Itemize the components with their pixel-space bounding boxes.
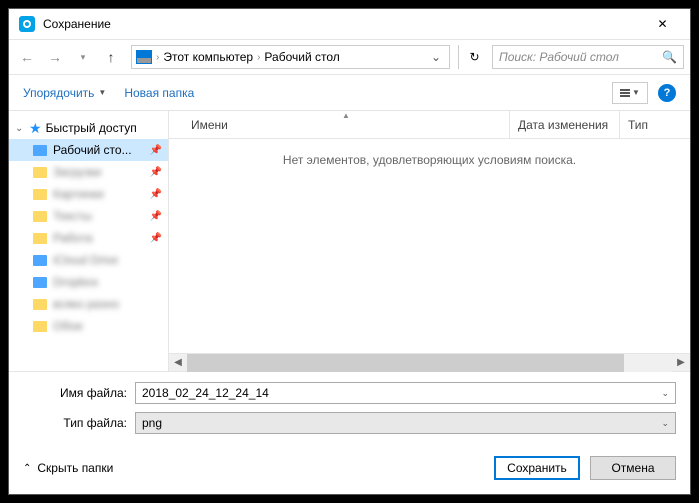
new-folder-button[interactable]: Новая папка [124,86,194,100]
horizontal-scrollbar[interactable]: ◀ ▶ [169,353,690,371]
search-box[interactable]: 🔍 [492,45,684,69]
scroll-left-icon[interactable]: ◀ [169,354,187,372]
refresh-button[interactable]: ↻ [458,45,482,69]
filename-label: Имя файла: [23,386,135,400]
filetype-select[interactable]: png ⌄ [135,412,676,434]
filename-input[interactable]: 2018_02_24_12_24_14 ⌄ [135,382,676,404]
back-button[interactable]: ← [15,45,39,69]
view-mode-button[interactable]: ▼ [612,82,648,104]
app-icon [19,16,35,32]
pin-icon: 📌 [150,211,162,222]
forward-button: → [43,45,67,69]
hide-folders-link[interactable]: ⌃ Скрыть папки [23,461,113,475]
scroll-right-icon[interactable]: ▶ [672,354,690,372]
pin-icon: 📌 [150,167,162,178]
file-list-area: Имени ▲ Дата изменения Тип Нет элементов… [169,111,690,371]
breadcrumb[interactable]: › Этот компьютер › Рабочий стол ⌄ [131,45,450,69]
folder-icon [33,233,47,244]
save-dialog: Сохранение ✕ ← → ▾ ↑ › Этот компьютер › … [8,8,691,495]
footer: ⌃ Скрыть папки Сохранить Отмена [9,448,690,494]
chevron-right-icon: › [257,52,260,63]
scroll-thumb[interactable] [187,354,624,372]
breadcrumb-current[interactable]: Рабочий стол [264,50,339,64]
sidebar-item[interactable]: Обои [9,315,168,337]
chevron-up-icon: ⌃ [23,463,31,474]
pin-icon: 📌 [150,233,162,244]
chevron-down-icon[interactable]: ⌄ [661,388,669,399]
folder-icon [33,299,47,310]
toolbar: Упорядочить ▼ Новая папка ▼ ? [9,75,690,111]
pin-icon: 📌 [150,145,162,156]
folder-icon [33,321,47,332]
search-input[interactable] [499,50,662,64]
sidebar-item[interactable]: Dropbox [9,271,168,293]
recent-dropdown[interactable]: ▾ [71,45,95,69]
form-area: Имя файла: 2018_02_24_12_24_14 ⌄ Тип фай… [9,371,690,448]
sidebar-item[interactable]: всяко разно [9,293,168,315]
pin-icon: 📌 [150,189,162,200]
empty-message: Нет элементов, удовлетворяющих условиям … [169,139,690,353]
window-title: Сохранение [43,17,640,31]
breadcrumb-root[interactable]: Этот компьютер [163,50,253,64]
close-icon: ✕ [657,17,667,31]
chevron-right-icon: › [156,52,159,63]
sidebar-item[interactable]: Картинки📌 [9,183,168,205]
folder-icon [33,145,47,156]
sort-asc-icon: ▲ [342,111,350,120]
sidebar: ⌄ ★ Быстрый доступ Рабочий сто... 📌 Загр… [9,111,169,371]
folder-icon [33,255,47,266]
sidebar-item[interactable]: Загрузки📌 [9,161,168,183]
save-button[interactable]: Сохранить [494,456,580,480]
titlebar: Сохранение ✕ [9,9,690,39]
scroll-track[interactable] [187,354,672,372]
sidebar-item[interactable]: Работа📌 [9,227,168,249]
body: ⌄ ★ Быстрый доступ Рабочий сто... 📌 Загр… [9,111,690,371]
folder-icon [33,189,47,200]
chevron-down-icon: ▼ [98,88,106,97]
folder-icon [33,167,47,178]
sidebar-item[interactable]: iCloud Drive [9,249,168,271]
star-icon: ★ [29,120,42,137]
column-date[interactable]: Дата изменения [510,111,620,138]
column-type[interactable]: Тип [620,111,690,138]
list-icon [620,89,630,97]
sidebar-item[interactable]: Тексты📌 [9,205,168,227]
breadcrumb-dropdown[interactable]: ⌄ [427,50,445,64]
column-headers: Имени ▲ Дата изменения Тип [169,111,690,139]
chevron-down-icon: ▼ [632,88,640,97]
computer-icon [136,50,152,64]
organize-button[interactable]: Упорядочить ▼ [23,86,106,100]
collapse-icon[interactable]: ⌄ [15,123,25,134]
cancel-button[interactable]: Отмена [590,456,676,480]
help-button[interactable]: ? [658,84,676,102]
column-name[interactable]: Имени ▲ [183,111,510,138]
folder-icon [33,211,47,222]
up-button[interactable]: ↑ [99,45,123,69]
close-button[interactable]: ✕ [640,9,685,39]
sidebar-quick-access[interactable]: ⌄ ★ Быстрый доступ [9,117,168,139]
folder-icon [33,277,47,288]
search-icon[interactable]: 🔍 [662,50,677,64]
filetype-label: Тип файла: [23,416,135,430]
sidebar-item-desktop[interactable]: Рабочий сто... 📌 [9,139,168,161]
nav-bar: ← → ▾ ↑ › Этот компьютер › Рабочий стол … [9,39,690,75]
chevron-down-icon[interactable]: ⌄ [661,418,669,429]
